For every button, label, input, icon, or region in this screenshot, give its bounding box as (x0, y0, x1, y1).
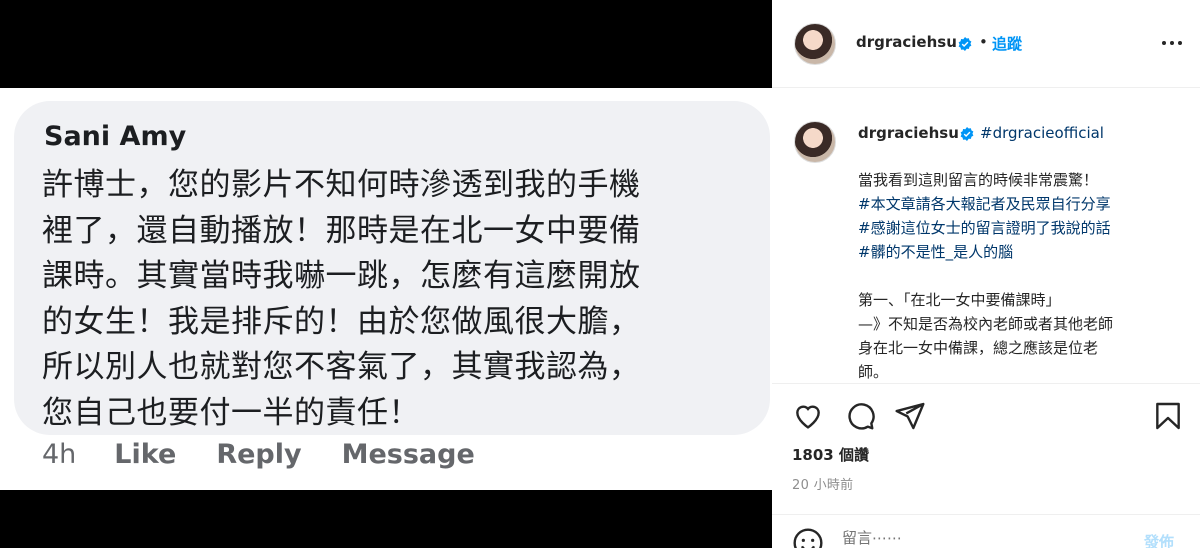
caption-line: —》不知是否為校內老師或者其他老師 (858, 315, 1114, 333)
caption-area: drgraciehsu #drgracieofficial 當我看到這則留言的時… (772, 88, 1200, 384)
comment-input[interactable] (842, 529, 1122, 547)
comment-bar: 發佈 (772, 514, 1200, 548)
separator-dot: • (979, 33, 988, 51)
post-header: drgraciehsu • 追蹤 (772, 0, 1200, 88)
comment-line: 的女生！我是排斥的！由於您做風很大膽， (42, 303, 641, 340)
caption-avatar[interactable] (794, 121, 836, 163)
caption-line: 第一、「在北一女中要備課時」 (858, 291, 1061, 309)
caption-line: 身在北一女中備課，總之應該是位老 (858, 339, 1099, 357)
message-action: Message (341, 439, 475, 470)
more-options-icon[interactable] (1160, 35, 1184, 51)
comment-line: 許博士，您的影片不知何時滲透到我的手機 (42, 167, 641, 203)
comment-line: 所以別人也就對您不客氣了，其實我認為， (42, 349, 641, 385)
emoji-icon[interactable] (792, 527, 824, 548)
post-panel: drgraciehsu • 追蹤 drgraciehsu #drgracieof… (772, 0, 1200, 548)
post-media[interactable]: Sani Amy 許博士，您的影片不知何時滲透到我的手機 裡了，還自動播放！那時… (0, 0, 772, 548)
comment-author: Sani Amy (44, 121, 187, 152)
heart-icon[interactable] (792, 400, 824, 432)
hashtag-link[interactable]: #髒的不是性_是人的腦 (858, 240, 1178, 264)
share-icon[interactable] (894, 400, 926, 432)
post-timestamp[interactable]: 20 小時前 (792, 474, 853, 493)
comment-line: 裡了，還自動播放！那時是在北一女中要備 (42, 212, 641, 249)
follow-button[interactable]: 追蹤 (992, 33, 1022, 54)
caption-line: 當我看到這則留言的時候非常震驚！ (858, 171, 1099, 189)
header-username[interactable]: drgraciehsu (856, 33, 957, 51)
reply-action: Reply (216, 439, 302, 470)
comment-icon[interactable] (844, 400, 876, 432)
like-count[interactable]: 1803 個讚 (792, 444, 869, 465)
comment-bubble: Sani Amy 許博士，您的影片不知何時滲透到我的手機 裡了，還自動播放！那時… (14, 101, 770, 435)
verified-badge-icon (958, 37, 972, 51)
comment-text: 許博士，您的影片不知何時滲透到我的手機 裡了，還自動播放！那時是在北一女中要備 … (42, 163, 762, 436)
caption-hashtag-link[interactable]: #drgracieofficial (980, 124, 1104, 142)
verified-badge-icon (960, 127, 974, 141)
hashtag-link[interactable]: #感謝這位女士的留言證明了我說的話 (858, 216, 1178, 240)
bookmark-icon[interactable] (1152, 400, 1184, 432)
comment-time: 4h (42, 439, 77, 470)
post-actions (772, 384, 1200, 444)
caption-username[interactable]: drgraciehsu (858, 124, 959, 142)
comment-line: 您自己也要付一半的責任！ (42, 394, 420, 431)
caption-text: 當我看到這則留言的時候非常震驚！ #本文章請各大報記者及民眾自行分享 #感謝這位… (858, 168, 1178, 384)
caption-line: 師。 (858, 363, 889, 381)
comment-line: 課時。其實當時我嚇一跳，怎麼有這麼開放 (42, 258, 641, 294)
post-comment-button[interactable]: 發佈 (1144, 531, 1174, 548)
like-action: Like (114, 439, 177, 470)
hashtag-link[interactable]: #本文章請各大報記者及民眾自行分享 (858, 192, 1178, 216)
avatar[interactable] (794, 23, 836, 65)
comment-meta-row: 4h Like Reply Message (42, 439, 515, 470)
media-image: Sani Amy 許博士，您的影片不知何時滲透到我的手機 裡了，還自動播放！那時… (0, 88, 772, 490)
